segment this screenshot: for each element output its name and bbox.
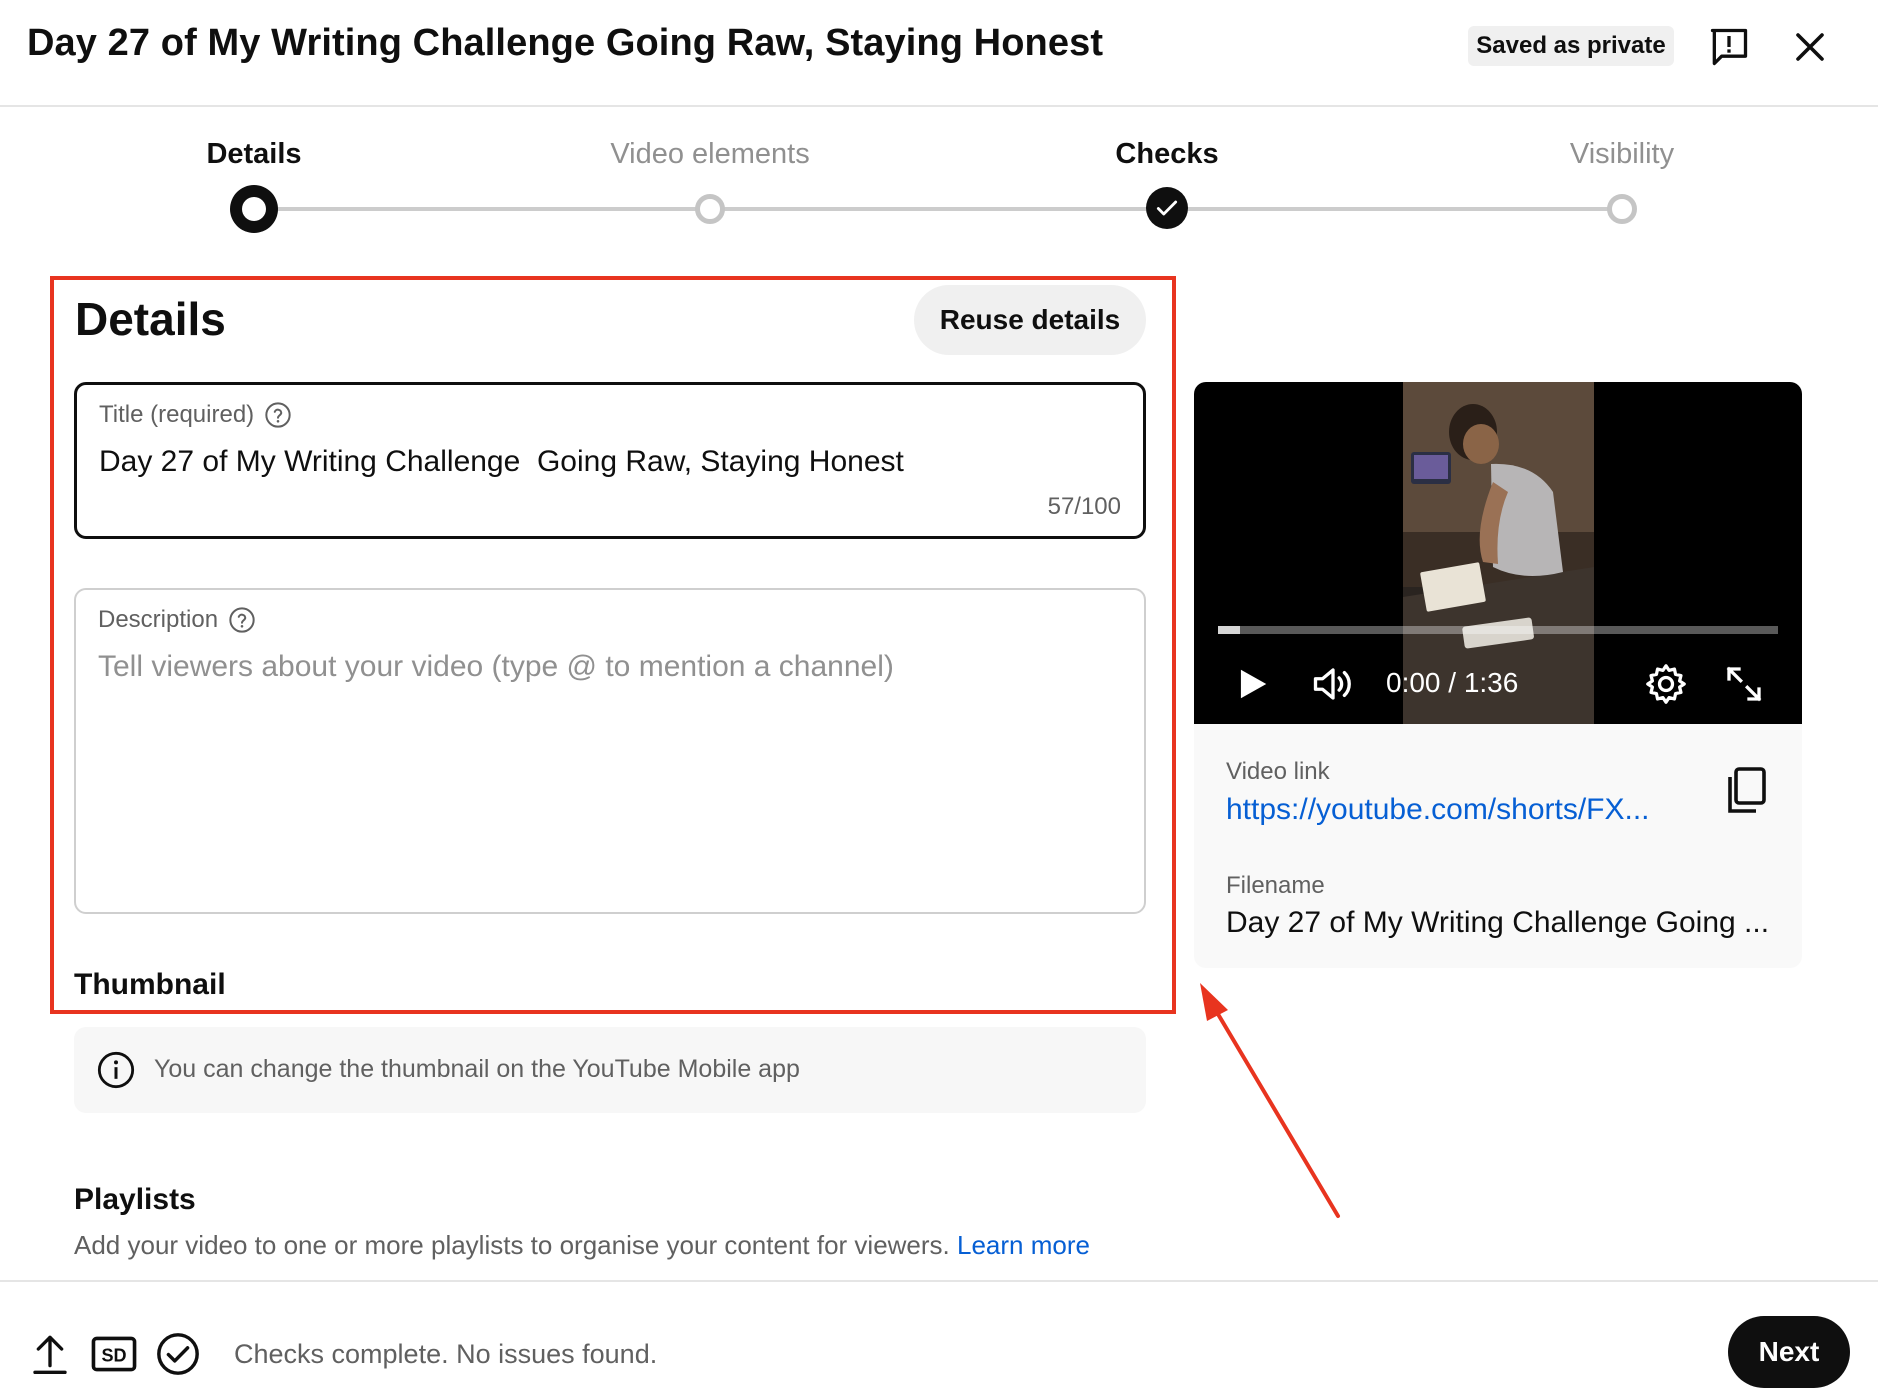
video-progress-bar[interactable] — [1218, 626, 1778, 634]
dialog-header: Day 27 of My Writing Challenge Going Raw… — [0, 0, 1878, 107]
checks-complete-icon[interactable] — [154, 1330, 202, 1378]
filename-label: Filename — [1226, 872, 1325, 899]
thumbnail-info-note: You can change the thumbnail on the YouT… — [74, 1027, 1146, 1113]
video-player[interactable]: 0:00 / 1:36 — [1194, 382, 1802, 724]
step-visibility-indicator — [1607, 194, 1637, 224]
close-icon[interactable] — [1785, 22, 1835, 72]
dialog-footer: SD Checks complete. No issues found. Nex… — [0, 1280, 1878, 1400]
playlists-description: Add your video to one or more playlists … — [74, 1230, 1090, 1261]
next-button[interactable]: Next — [1728, 1316, 1850, 1388]
feedback-icon[interactable] — [1704, 22, 1754, 72]
volume-icon[interactable] — [1308, 662, 1358, 706]
step-video-elements[interactable]: Video elements — [560, 138, 860, 171]
thumbnail-note-text: You can change the thumbnail on the YouT… — [154, 1055, 800, 1083]
step-details-indicator — [230, 185, 278, 233]
video-time-readout: 0:00 / 1:36 — [1386, 667, 1519, 698]
stepper-line — [254, 207, 1624, 211]
filename-value: Day 27 of My Writing Challenge Going ... — [1226, 906, 1770, 939]
playlists-description-text: Add your video to one or more playlists … — [74, 1230, 950, 1260]
video-link[interactable]: https://youtube.com/shorts/FX... — [1226, 793, 1650, 827]
sd-icon[interactable]: SD — [90, 1330, 138, 1378]
saved-status-badge: Saved as private — [1468, 26, 1674, 66]
info-icon — [97, 1051, 135, 1089]
gear-icon[interactable] — [1642, 660, 1690, 708]
annotation-highlight-box — [50, 276, 1176, 1014]
learn-more-link[interactable]: Learn more — [957, 1230, 1090, 1260]
annotation-arrow — [1200, 983, 1340, 1218]
video-link-label: Video link — [1226, 758, 1330, 785]
step-checks[interactable]: Checks — [1017, 138, 1317, 171]
video-preview-card: 0:00 / 1:36 Video link https://youtube.c… — [1194, 382, 1802, 968]
step-video-elements-indicator — [695, 194, 725, 224]
video-progress-fill — [1218, 626, 1241, 634]
play-icon[interactable] — [1230, 662, 1274, 706]
playlists-heading: Playlists — [74, 1183, 196, 1216]
upload-icon[interactable] — [26, 1330, 74, 1378]
svg-text:SD: SD — [101, 1345, 126, 1365]
checkmark-icon — [1156, 200, 1178, 216]
copy-icon[interactable] — [1722, 764, 1770, 818]
checks-status-text: Checks complete. No issues found. — [234, 1339, 658, 1369]
step-visibility[interactable]: Visibility — [1472, 138, 1772, 171]
fullscreen-icon[interactable] — [1722, 662, 1766, 706]
step-details[interactable]: Details — [104, 138, 404, 171]
step-checks-indicator — [1146, 187, 1188, 229]
dialog-title: Day 27 of My Writing Challenge Going Raw… — [27, 22, 1104, 64]
